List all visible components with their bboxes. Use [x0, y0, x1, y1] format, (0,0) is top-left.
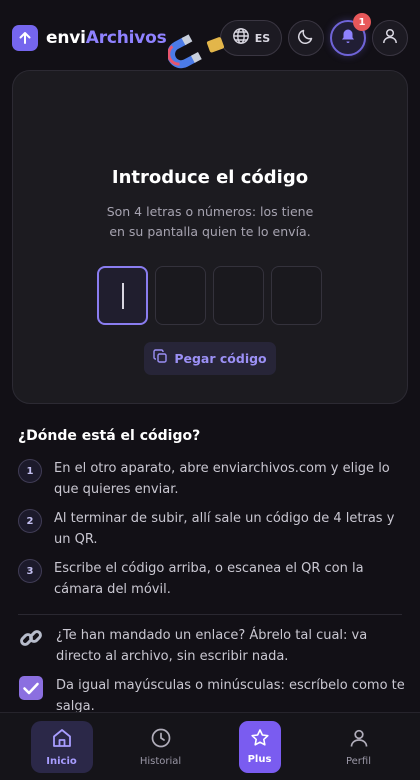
- help-title: ¿Dónde está el código?: [18, 428, 201, 444]
- tip-text: ¿Te han mandado un enlace? Ábrelo tal cu…: [56, 628, 368, 664]
- upload-arrow-icon: [12, 25, 38, 51]
- check-box-icon: [18, 675, 44, 701]
- home-icon: [51, 727, 73, 753]
- brand-plain: envi: [46, 28, 86, 48]
- nav-label: Perfil: [345, 755, 371, 767]
- nav-item-inicio[interactable]: Inicio: [30, 720, 93, 773]
- star-icon: [250, 728, 270, 752]
- step-text: Escribe el código arriba, o escanea el Q…: [54, 561, 364, 597]
- notifications-button[interactable]: 1: [330, 13, 371, 56]
- code-digit-2[interactable]: [155, 266, 206, 325]
- copy-icon: [153, 349, 168, 368]
- nav-item-plus[interactable]: Plus: [229, 720, 291, 773]
- brand-accent: Archivos: [85, 28, 167, 48]
- nav-label: Historial: [139, 755, 182, 767]
- help-step: 1 En el otro aparato, abre enviarchivos.…: [18, 458, 408, 500]
- code-input-group: [97, 266, 322, 325]
- paste-code-label: Pegar código: [174, 351, 267, 366]
- language-code: ES: [254, 31, 271, 45]
- theme-toggle-button[interactable]: [288, 20, 324, 56]
- card-subtitle-line-1: Son 4 letras o números: los tiene: [106, 204, 314, 219]
- step-text: Al terminar de subir, allí sale un códig…: [54, 511, 395, 547]
- clock-icon: [150, 727, 172, 753]
- user-icon: [381, 27, 399, 49]
- app-logo[interactable]: enviArchivos: [12, 25, 167, 51]
- link-icon: [18, 625, 44, 651]
- tip-item: Da igual mayúsculas o minúsculas: escríb…: [18, 675, 408, 717]
- step-number: 2: [18, 509, 42, 533]
- help-step: 2 Al terminar de subir, allí sale un cód…: [18, 508, 408, 550]
- step-number: 3: [18, 559, 42, 583]
- brand-name: enviArchivos: [46, 28, 167, 48]
- step-text: En el otro aparato, abre enviarchivos.co…: [54, 461, 390, 497]
- nav-item-historial[interactable]: Historial: [130, 721, 192, 773]
- step-number: 1: [18, 459, 42, 483]
- moon-icon: [297, 27, 315, 49]
- bottom-navigation: Inicio Historial Plus Perfil: [0, 712, 420, 780]
- code-digit-1[interactable]: [97, 266, 148, 325]
- tip-item: ¿Te han mandado un enlace? Ábrelo tal cu…: [18, 625, 408, 667]
- user-icon: [348, 727, 370, 753]
- code-digit-4[interactable]: [271, 266, 322, 325]
- plus-button[interactable]: Plus: [238, 720, 281, 773]
- nav-item-perfil[interactable]: Perfil: [328, 721, 390, 773]
- nav-label: Inicio: [46, 755, 77, 767]
- notification-badge: 1: [353, 13, 371, 31]
- header-actions: ES 1: [220, 13, 408, 56]
- code-digit-3[interactable]: [213, 266, 264, 325]
- text-caret: [122, 283, 124, 309]
- tip-text: Da igual mayúsculas o minúsculas: escríb…: [56, 678, 405, 714]
- bell-icon: [340, 28, 356, 48]
- nav-label: Plus: [247, 754, 272, 765]
- globe-icon: [232, 27, 250, 49]
- language-button[interactable]: ES: [220, 20, 282, 56]
- paste-code-button[interactable]: Pegar código: [144, 342, 276, 375]
- account-button[interactable]: [372, 20, 408, 56]
- divider: [18, 614, 402, 615]
- card-title: Introduce el código: [111, 167, 309, 188]
- card-subtitle-line-2: en su pantalla quien te lo envía.: [109, 224, 311, 239]
- help-step: 3 Escribe el código arriba, o escanea el…: [18, 558, 408, 600]
- magnet-icon: [167, 30, 228, 74]
